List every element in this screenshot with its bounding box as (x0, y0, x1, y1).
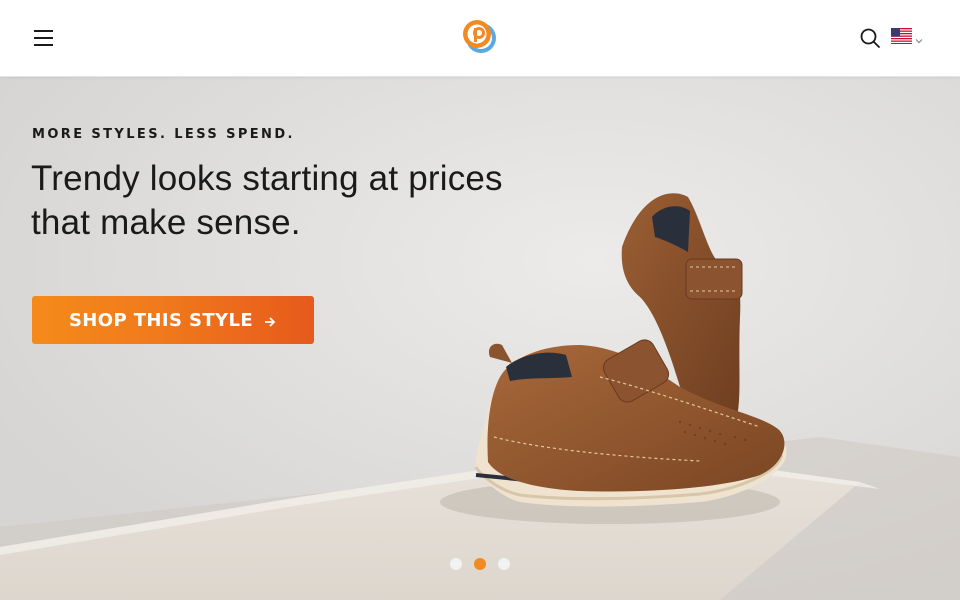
hero-banner: MORE STYLES. LESS SPEND. Trendy looks st… (0, 77, 960, 600)
hero-headline-line1: Trendy looks starting at prices (31, 159, 503, 198)
carousel-pagination (448, 558, 514, 570)
hero-headline: Trendy looks starting at prices that mak… (31, 157, 571, 245)
hamburger-menu-icon[interactable] (31, 26, 57, 50)
cta-label: SHOP THIS STYLE (68, 309, 254, 331)
hero-eyebrow: MORE STYLES. LESS SPEND. (32, 127, 295, 142)
locale-selector[interactable] (891, 28, 927, 48)
arrow-right-icon (263, 313, 277, 327)
us-flag-icon (891, 28, 912, 44)
chevron-down-icon (914, 31, 924, 44)
carousel-dot-3[interactable] (498, 558, 510, 570)
carousel-dot-1[interactable] (450, 558, 462, 570)
search-icon[interactable] (858, 26, 882, 50)
brand-logo-icon[interactable] (460, 19, 498, 55)
carousel-dot-2[interactable] (474, 558, 486, 570)
hero-headline-line2: that make sense. (31, 203, 301, 242)
shop-this-style-button[interactable]: SHOP THIS STYLE (32, 296, 314, 344)
site-header (0, 0, 960, 77)
